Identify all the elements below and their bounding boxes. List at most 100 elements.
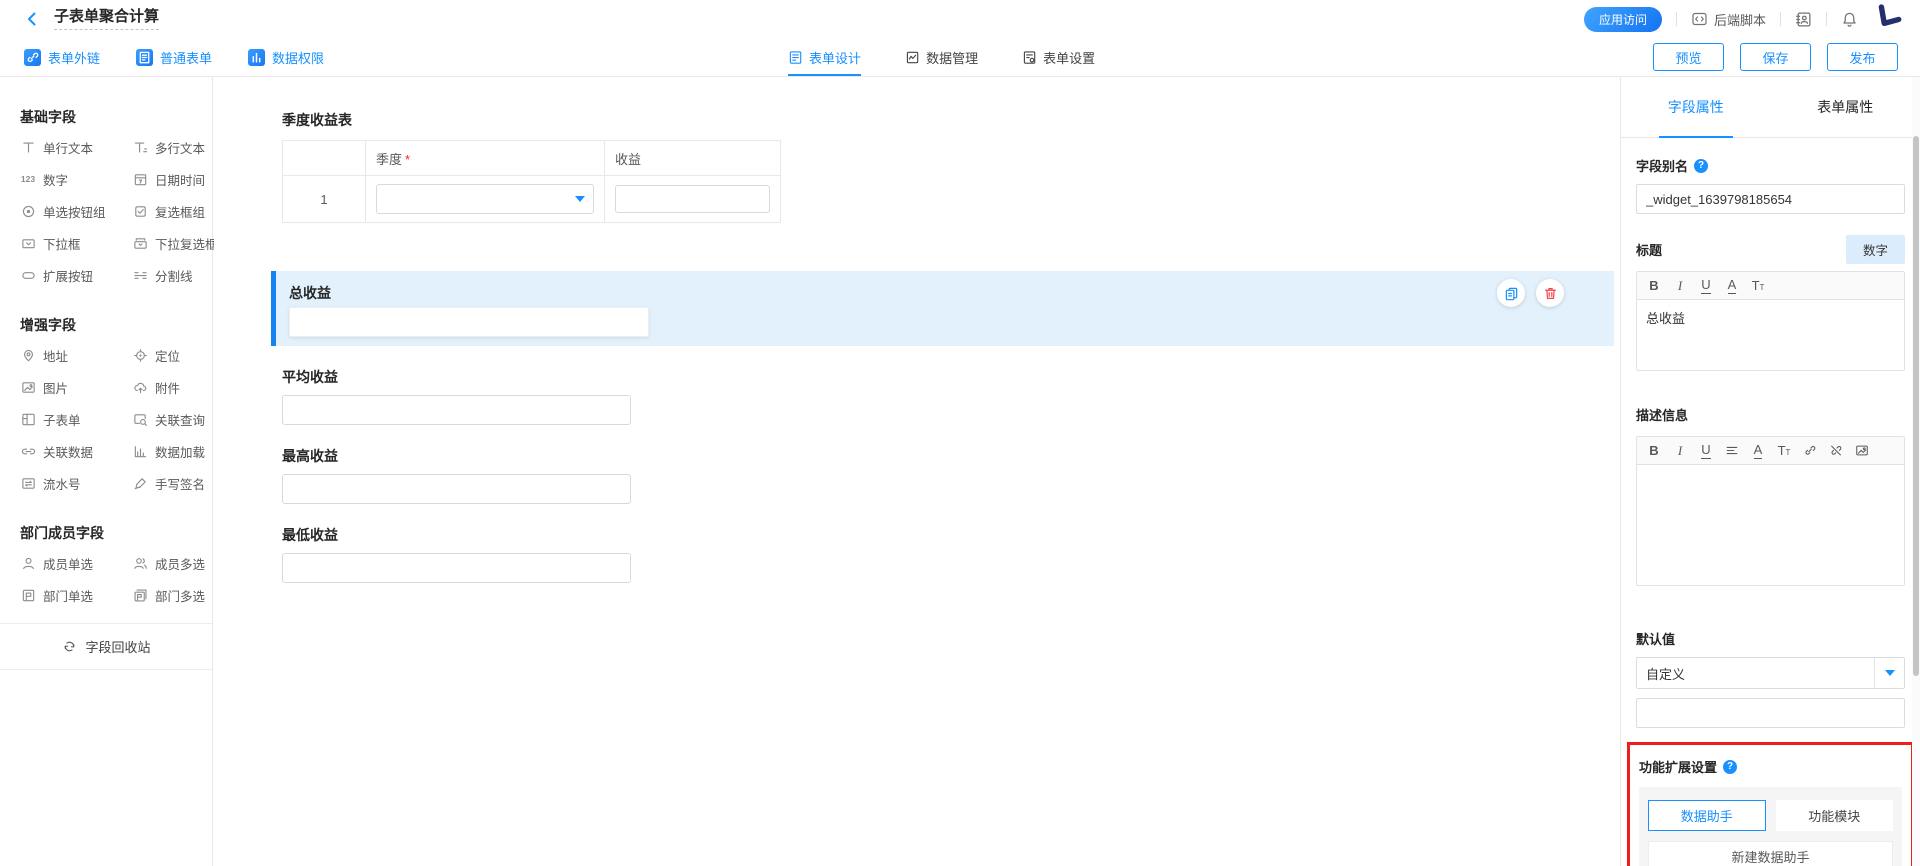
field-item-checkbox-group[interactable]: 复选框组 xyxy=(132,195,218,227)
bold-icon[interactable]: B xyxy=(1641,437,1667,464)
selected-field-total-revenue[interactable]: 总收益 xyxy=(271,271,1614,346)
field-item-extend-button[interactable]: 扩展按钮 xyxy=(20,259,132,291)
toolbar-link-label: 普通表单 xyxy=(160,48,212,67)
tab-field-properties[interactable]: 字段属性 xyxy=(1621,77,1771,137)
help-icon[interactable]: ? xyxy=(1723,760,1737,774)
app-access-button[interactable]: 应用访问 xyxy=(1584,7,1662,32)
field-item-label: 下拉框 xyxy=(43,234,81,253)
field-item-radio-group[interactable]: 单选按钮组 xyxy=(20,195,132,227)
tab-label: 表单设置 xyxy=(1043,48,1095,67)
field-item-data-load[interactable]: 数据加载 xyxy=(132,435,212,467)
tab-数据管理[interactable]: 数据管理 xyxy=(905,38,978,76)
image-icon[interactable] xyxy=(1849,437,1875,464)
copy-field-button[interactable] xyxy=(1497,279,1525,307)
divider-icon xyxy=(132,268,148,283)
delete-field-button[interactable] xyxy=(1536,279,1564,307)
field-item-text-single[interactable]: 单行文本 xyxy=(20,131,132,163)
description-textarea[interactable] xyxy=(1636,464,1905,586)
alias-label-row: 字段别名 ? xyxy=(1636,156,1905,175)
font-color-icon[interactable]: A xyxy=(1745,437,1771,464)
canvas-field-input[interactable] xyxy=(282,474,631,504)
notifications-button[interactable] xyxy=(1841,11,1858,28)
action-button-预览[interactable]: 预览 xyxy=(1653,43,1724,71)
field-item-member-single[interactable]: 成员单选 xyxy=(20,547,132,579)
canvas-field-最高收益[interactable]: 最高收益 xyxy=(282,447,631,504)
field-item-label: 部门多选 xyxy=(155,586,205,605)
tab-表单设置[interactable]: 表单设置 xyxy=(1022,38,1095,76)
new-data-assistant-button[interactable]: 新建数据助手 xyxy=(1648,841,1893,866)
unlink-icon[interactable] xyxy=(1823,437,1849,464)
address-icon xyxy=(20,348,36,363)
font-size-icon[interactable]: TT xyxy=(1771,437,1797,464)
field-item-attachment[interactable]: 附件 xyxy=(132,371,212,403)
field-item-label: 手写签名 xyxy=(155,474,205,493)
subform-quarter-dropdown[interactable] xyxy=(376,184,594,214)
font-color-icon[interactable]: A xyxy=(1719,272,1745,299)
field-item-text-multi[interactable]: 多行文本 xyxy=(132,131,218,163)
underline-icon[interactable]: U xyxy=(1693,272,1719,299)
underline-icon[interactable]: U xyxy=(1693,437,1719,464)
tab-表单设计[interactable]: 表单设计 xyxy=(788,38,861,76)
bold-icon[interactable]: B xyxy=(1641,272,1667,299)
field-item-dept-multi[interactable]: 部门多选 xyxy=(132,579,212,611)
default-value-input[interactable] xyxy=(1636,698,1905,728)
canvas-field-input[interactable] xyxy=(282,395,631,425)
field-item-image[interactable]: 图片 xyxy=(20,371,132,403)
linked-data-icon xyxy=(20,444,36,459)
field-item-label: 扩展按钮 xyxy=(43,266,93,285)
field-item-subform[interactable]: 子表单 xyxy=(20,403,132,435)
field-item-signature[interactable]: 手写签名 xyxy=(132,467,212,499)
text-multi-icon xyxy=(132,140,148,155)
field-item-serial-number[interactable]: 流水号 xyxy=(20,467,132,499)
member-single-icon xyxy=(20,556,36,571)
field-item-divider[interactable]: 分割线 xyxy=(132,259,218,291)
canvas-field-最低收益[interactable]: 最低收益 xyxy=(282,526,631,583)
field-item-member-multi[interactable]: 成员多选 xyxy=(132,547,212,579)
help-icon[interactable]: ? xyxy=(1694,159,1708,173)
field-item-label: 部门单选 xyxy=(43,586,93,605)
panel-scrollbar-track xyxy=(1912,77,1920,866)
selected-field-input[interactable] xyxy=(289,307,649,337)
title-textarea[interactable]: 总收益 xyxy=(1636,299,1905,371)
toolbar-link-data-permission[interactable]: 数据权限 xyxy=(248,48,324,67)
align-icon[interactable] xyxy=(1719,437,1745,464)
data-assistant-button[interactable]: 数据助手 xyxy=(1648,800,1766,831)
italic-icon[interactable]: I xyxy=(1667,272,1693,299)
link-icon[interactable] xyxy=(1797,437,1823,464)
field-item-multiselect[interactable]: 下拉复选框 xyxy=(132,227,218,259)
extend-button-icon xyxy=(20,268,36,283)
font-size-icon[interactable]: TT xyxy=(1745,272,1771,299)
subform-corner-cell xyxy=(283,141,366,176)
panel-scrollbar-thumb[interactable] xyxy=(1913,136,1919,676)
subform-revenue-input[interactable] xyxy=(615,185,770,213)
action-button-发布[interactable]: 发布 xyxy=(1827,43,1898,71)
field-item-location[interactable]: 定位 xyxy=(132,339,212,371)
back-button[interactable] xyxy=(24,11,40,27)
field-item-dept-single[interactable]: 部门单选 xyxy=(20,579,132,611)
backend-script-button[interactable]: 后端脚本 xyxy=(1691,10,1766,29)
toolbar-link-normal-form[interactable]: 普通表单 xyxy=(136,48,212,67)
field-item-label: 流水号 xyxy=(43,474,81,493)
field-item-datetime[interactable]: 日期时间 xyxy=(132,163,218,195)
field-item-linked-query[interactable]: 关联查询 xyxy=(132,403,212,435)
italic-icon[interactable]: I xyxy=(1667,437,1693,464)
field-item-select[interactable]: 下拉框 xyxy=(20,227,132,259)
serial-number-icon xyxy=(20,476,36,491)
palette-section-title: 增强字段 xyxy=(20,315,212,335)
tab-form-properties[interactable]: 表单属性 xyxy=(1771,77,1920,137)
action-button-保存[interactable]: 保存 xyxy=(1740,43,1811,71)
field-item-linked-data[interactable]: 关联数据 xyxy=(20,435,132,467)
function-module-button[interactable]: 功能模块 xyxy=(1776,800,1894,831)
canvas-field-input[interactable] xyxy=(282,553,631,583)
alias-input[interactable] xyxy=(1636,184,1905,214)
contacts-button[interactable] xyxy=(1795,11,1812,28)
canvas-field-平均收益[interactable]: 平均收益 xyxy=(282,368,631,425)
form-title[interactable]: 子表单聚合计算 xyxy=(54,9,159,30)
divider xyxy=(1676,12,1677,26)
default-value-select[interactable]: 自定义 xyxy=(1636,657,1905,689)
toolbar-link-external-link[interactable]: 表单外链 xyxy=(24,48,100,67)
toolbar-link-label: 数据权限 xyxy=(272,48,324,67)
field-item-address[interactable]: 地址 xyxy=(20,339,132,371)
field-recycle-bin[interactable]: 字段回收站 xyxy=(0,623,212,670)
field-item-number[interactable]: 123数字 xyxy=(20,163,132,195)
